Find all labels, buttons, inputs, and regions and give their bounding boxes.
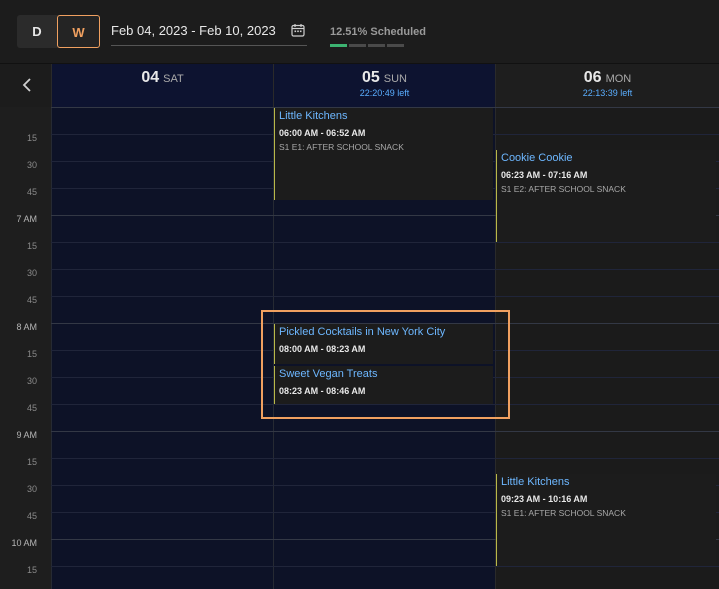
time-label: 30 — [26, 160, 37, 170]
date-range-field[interactable]: Feb 04, 2023 - Feb 10, 2023 — [111, 23, 276, 38]
grid-line — [51, 566, 719, 567]
time-label: 15 — [26, 565, 37, 575]
time-label: 10 AM — [11, 538, 37, 548]
event-subtitle: S1 E1: AFTER SCHOOL SNACK — [501, 508, 626, 518]
day-header-mon[interactable]: 06 MON 22:13:39 left — [495, 64, 719, 107]
scheduled-percentage: 12.51% Scheduled — [330, 26, 426, 38]
event-time: 06:00 AM - 06:52 AM — [279, 128, 366, 138]
progress-segment — [387, 44, 404, 47]
time-label: 30 — [26, 376, 37, 386]
event-subtitle: S1 E2: AFTER SCHOOL SNACK — [501, 184, 626, 194]
event-title: Cookie Cookie — [501, 152, 573, 164]
day-of-week: SAT — [163, 73, 184, 85]
time-label: 8 AM — [16, 322, 37, 332]
day-number: 04 — [141, 69, 160, 86]
event-card[interactable]: Little Kitchens 06:00 AM - 06:52 AM S1 E… — [274, 108, 493, 200]
day-number: 06 — [583, 69, 602, 86]
event-title: Little Kitchens — [279, 110, 348, 122]
event-title: Little Kitchens — [501, 476, 570, 488]
time-label: 15 — [26, 241, 37, 251]
time-label: 30 — [26, 484, 37, 494]
progress-segment — [368, 44, 385, 47]
event-time: 06:23 AM - 07:16 AM — [501, 170, 588, 180]
day-header-sat[interactable]: 04 SAT — [51, 64, 273, 107]
event-time: 09:23 AM - 10:16 AM — [501, 494, 588, 504]
grid-line — [51, 242, 719, 243]
grid-line — [51, 296, 719, 297]
time-label: 45 — [26, 403, 37, 413]
time-label: 45 — [26, 187, 37, 197]
grid-line — [51, 431, 719, 432]
event-card[interactable]: Little Kitchens 09:23 AM - 10:16 AM S1 E… — [496, 474, 716, 566]
nav-cell — [0, 64, 51, 107]
time-label: 15 — [26, 457, 37, 467]
day-column-sat[interactable] — [51, 107, 273, 589]
day-of-week: SUN — [383, 73, 408, 85]
calendar-icon[interactable] — [291, 23, 305, 37]
day-view-button[interactable]: D — [17, 15, 57, 48]
day-header-sun[interactable]: 05 SUN 22:20:49 left — [273, 64, 495, 107]
time-label: 45 — [26, 511, 37, 521]
time-left: 22:20:49 left — [359, 88, 410, 98]
grid-line — [51, 269, 719, 270]
view-toggle: D W — [17, 15, 100, 48]
progress-segment — [330, 44, 347, 47]
time-label: 30 — [26, 268, 37, 278]
event-subtitle: S1 E1: AFTER SCHOOL SNACK — [279, 142, 404, 152]
time-label: 9 AM — [16, 430, 37, 440]
chevron-left-icon[interactable] — [20, 77, 34, 93]
time-left: 22:13:39 left — [582, 88, 633, 98]
event-card[interactable]: Cookie Cookie 06:23 AM - 07:16 AM S1 E2:… — [496, 150, 716, 242]
time-label: 7 AM — [16, 214, 37, 224]
time-label: 15 — [26, 133, 37, 143]
day-number: 05 — [361, 69, 380, 86]
toolbar: D W Feb 04, 2023 - Feb 10, 2023 12.51% S… — [0, 0, 719, 64]
day-of-week: MON — [605, 73, 632, 85]
progress-segment — [349, 44, 366, 47]
selection-highlight — [261, 310, 510, 419]
time-label: 45 — [26, 295, 37, 305]
time-label: 15 — [26, 349, 37, 359]
week-view-button[interactable]: W — [57, 15, 100, 48]
date-range-underline — [111, 45, 307, 46]
grid-line — [51, 458, 719, 459]
